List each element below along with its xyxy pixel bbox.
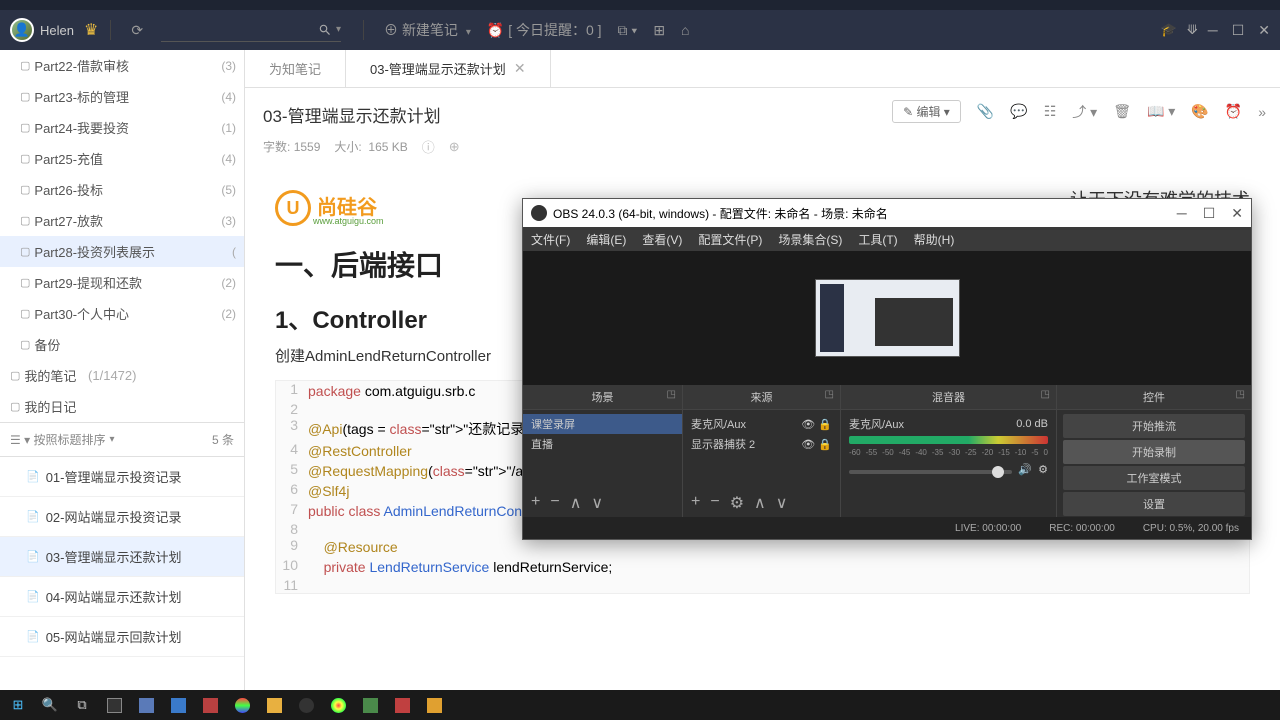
obs-control-button[interactable]: 工作室模式 [1063,466,1245,490]
folder-item[interactable]: ▢备份 [0,329,244,360]
tab[interactable]: 03-管理端显示还款计划✕ [346,50,551,87]
home-icon[interactable]: ⌂ [681,22,689,38]
list-icon[interactable]: ☷ [1044,103,1057,120]
attach-icon[interactable]: 📎 [977,103,994,120]
obs-menu-item[interactable]: 配置文件(P) [698,231,762,248]
tab[interactable]: 为知笔记 [245,50,346,87]
clip-icon[interactable]: ⧉ ▾ [618,22,638,39]
crown-icon[interactable]: ♛ [84,20,98,40]
palette-icon[interactable]: 🎨 [1191,103,1208,120]
sort-bar[interactable]: ☰ ▾ 按照标题排序 ▾ 5 条 [0,422,244,457]
obs-maximize-icon[interactable]: ☐ [1203,205,1216,222]
sidebar: ▢Part22-借款审核(3)▢Part23-标的管理(4)▢Part24-我要… [0,50,245,718]
share-icon[interactable]: ⟱ [1187,22,1198,38]
folder-item[interactable]: ▢Part24-我要投资(1) [0,112,244,143]
note-item[interactable]: 📄03-管理端显示还款计划 [0,537,244,577]
sources-panel: 来源◳ 麦克风/Aux👁 🔒显示器捕获 2👁 🔒 +−⚙∧∨ [683,385,841,517]
folder-item[interactable]: ▢Part25-充值(4) [0,143,244,174]
controls-panel: 控件◳ 开始推流开始录制工作室模式设置退出 [1057,385,1251,517]
hat-icon[interactable]: 🎓 [1161,22,1177,38]
sort-icon: ☰ ▾ [10,433,30,447]
obs-menu-item[interactable]: 工具(T) [858,231,897,248]
folder-item[interactable]: ▢Part29-提现和还款(2) [0,267,244,298]
folder-root[interactable]: ▢我的笔记 (1/1472) [0,360,244,391]
avatar[interactable]: 👤 [10,18,34,42]
taskbar: ⊞ 🔍 ⧉ [0,690,1280,720]
obs-control-button[interactable]: 开始推流 [1063,414,1245,438]
note-item[interactable]: 📄01-管理端显示投资记录 [0,457,244,497]
obs-titlebar[interactable]: OBS 24.0.3 (64-bit, windows) - 配置文件: 未命名… [523,199,1251,227]
minimize-icon[interactable]: ─ [1208,22,1218,39]
obs-menubar: 文件(F) 编辑(E) 查看(V) 配置文件(P) 场景集合(S) 工具(T) 帮助(H) [523,227,1251,251]
search-input[interactable]: ▾ [161,18,341,42]
note-item[interactable]: 📄05-网站端显示回款计划 [0,617,244,657]
maximize-icon[interactable]: ☐ [1232,22,1245,39]
apps-icon[interactable]: ⊞ [653,22,665,39]
obs-menu-item[interactable]: 查看(V) [642,231,682,248]
folder-item[interactable]: ▢Part30-个人中心(2) [0,298,244,329]
obs-control-button[interactable]: 开始录制 [1063,440,1245,464]
close-icon[interactable]: ✕ [1258,22,1270,39]
tab-close-icon[interactable]: ✕ [514,60,526,77]
comment-icon[interactable]: 💬 [1010,103,1027,120]
obs-preview[interactable] [815,279,960,357]
obs-menu-item[interactable]: 编辑(E) [586,231,626,248]
info-icon[interactable]: ⓘ [422,137,435,156]
obs-menu-item[interactable]: 帮助(H) [914,231,955,248]
delete-icon[interactable]: 🗑 [1113,103,1131,120]
edit-button[interactable]: ✎ 编辑 ▾ [892,100,961,123]
obs-menu-item[interactable]: 场景集合(S) [778,231,842,248]
alarm-icon[interactable]: ⏰ [1225,103,1242,120]
refresh-icon[interactable]: ⟳ [131,22,143,39]
folder-item[interactable]: ▢Part23-标的管理(4) [0,81,244,112]
reminder-button[interactable]: ⏰ [ 今日提醒：0 ] [487,20,602,40]
obs-close-icon[interactable]: ✕ [1231,205,1243,222]
add-icon[interactable]: ⊕ [449,139,460,155]
note-item[interactable]: 📄04-网站端显示还款计划 [0,577,244,617]
top-bar: 👤 Helen ♛ ⟳ ▾ ⊕ 新建笔记 ▾ ⏰ [ 今日提醒：0 ] ⧉ ▾ … [0,10,1280,50]
folder-item[interactable]: ▢Part28-投资列表展示( [0,236,244,267]
volume-slider[interactable] [849,470,1012,474]
note-item[interactable]: 📄02-网站端显示投资记录 [0,497,244,537]
folder-item[interactable]: ▢Part22-借款审核(3) [0,50,244,81]
obs-menu-item[interactable]: 文件(F) [531,231,570,248]
start-button[interactable]: ⊞ [4,693,32,717]
taskview-icon[interactable]: ⧉ [68,693,96,717]
new-note-button[interactable]: ⊕ 新建笔记 ▾ [384,20,471,40]
share2-icon[interactable]: ⤴ ▾ [1072,102,1097,122]
folder-item[interactable]: ▢Part26-投标(5) [0,174,244,205]
mixer-panel: 混音器◳ 麦克风/Aux0.0 dB -60-55-50-45-40-35-30… [841,385,1057,517]
obs-app-icon [531,205,547,221]
speaker-icon[interactable]: 🔊 [1018,463,1032,476]
gear-icon[interactable]: ⚙ [1038,463,1048,476]
username: Helen [40,23,74,38]
book-icon[interactable]: 📖 ▾ [1147,103,1175,120]
folder-root[interactable]: ▢我的日记 [0,391,244,422]
scenes-panel: 场景◳ 课堂录屏直播 +−∧∨ [523,385,683,517]
folder-item[interactable]: ▢Part27-放款(3) [0,205,244,236]
obs-minimize-icon[interactable]: ─ [1177,205,1187,222]
obs-window: OBS 24.0.3 (64-bit, windows) - 配置文件: 未命名… [522,198,1252,540]
obs-control-button[interactable]: 设置 [1063,492,1245,516]
more-icon[interactable]: » [1258,104,1266,120]
search-taskbar-icon[interactable]: 🔍 [36,693,64,717]
